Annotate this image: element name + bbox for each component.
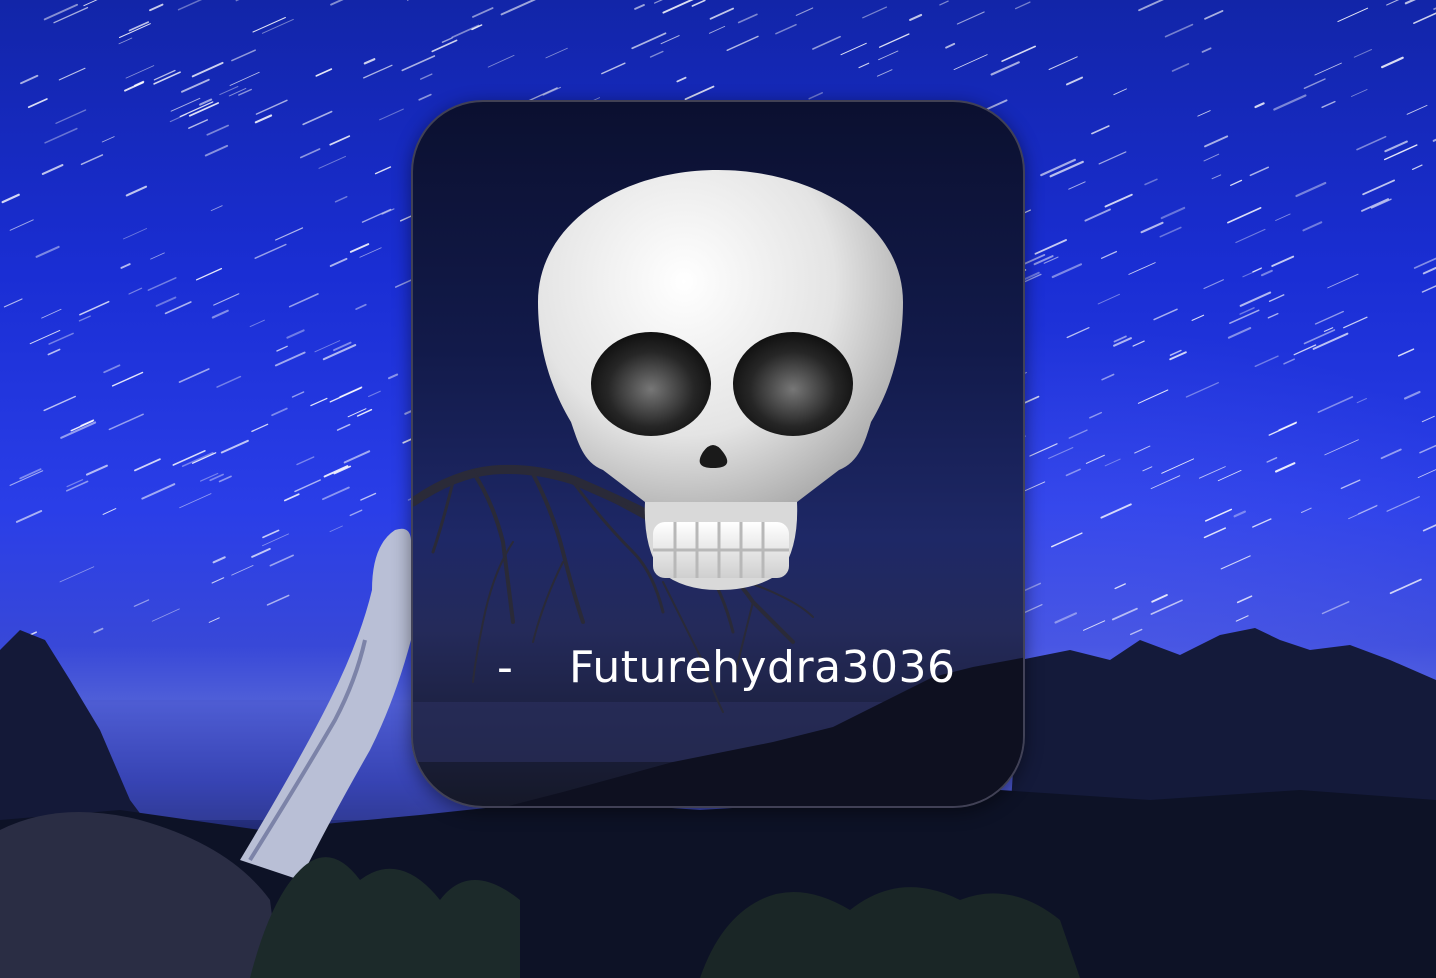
username-label: Futurehydra3036 — [569, 642, 956, 693]
profile-caption: - Futurehydra3036 — [413, 642, 1023, 702]
card-background-art — [413, 170, 1023, 806]
profile-card: - Futurehydra3036 — [411, 100, 1025, 808]
skull-icon — [538, 170, 903, 590]
caption-dash: - — [497, 642, 514, 693]
